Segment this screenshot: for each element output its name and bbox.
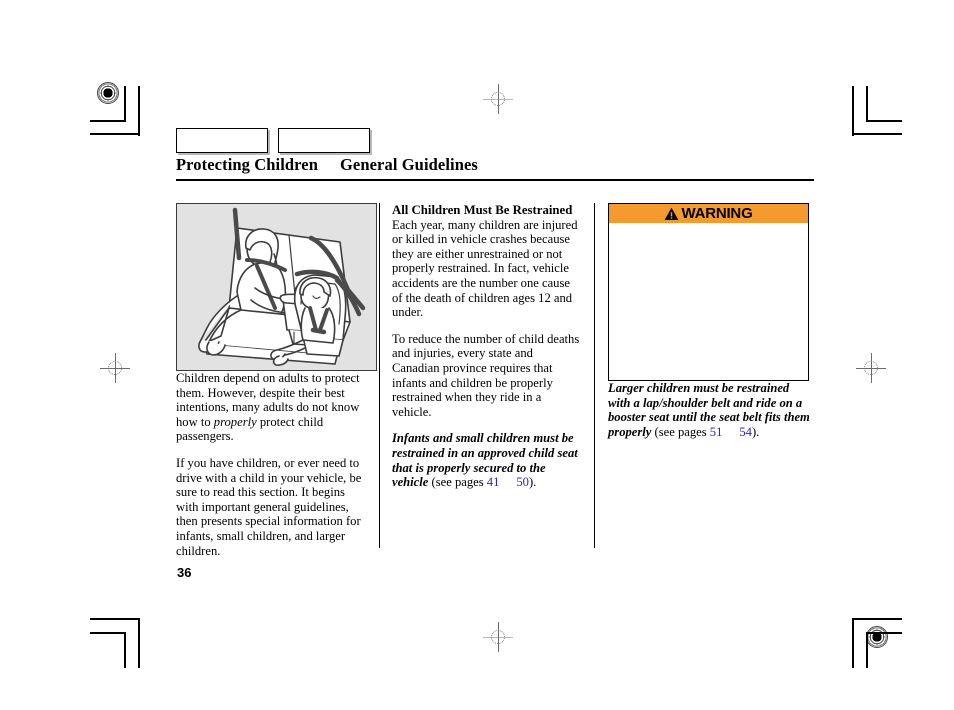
- middle-see-pages-suffix: ).: [528, 475, 537, 490]
- middle-see-pages-prefix: (see pages: [428, 475, 487, 490]
- registration-target-top-left: [97, 82, 119, 104]
- page-number: 36: [177, 565, 192, 580]
- registration-target-bottom-right: [866, 626, 888, 648]
- illustration-artwork: [198, 207, 366, 366]
- left-paragraph-1: Children depend on adults to protect the…: [176, 371, 368, 444]
- crop-mark-bottom-right-horizontal: [866, 632, 902, 634]
- crop-mark-top-right-horizontal: [866, 120, 902, 122]
- section-tab-2[interactable]: [278, 128, 370, 153]
- right-see-pages-suffix: ).: [751, 424, 760, 439]
- left-paragraph-2: If you have children, or ever need to dr…: [176, 455, 362, 558]
- crop-mark-bottom-right-vertical-outer: [866, 632, 868, 668]
- column-middle: All Children Must Be Restrained Each yea…: [379, 203, 594, 548]
- child-seat-illustration: [176, 203, 377, 371]
- warning-title: WARNING: [681, 205, 753, 222]
- crop-mark-top-right-vertical-outer: [866, 86, 868, 122]
- crop-mark-top-right-horizontal-outer: [852, 133, 902, 135]
- crop-mark-top-left-vertical-outer: [124, 86, 126, 122]
- header-divider: [176, 179, 814, 181]
- page-title: Protecting Children: [176, 155, 318, 174]
- page-reference-link-51[interactable]: 51: [710, 425, 723, 439]
- column-left: Children depend on adults to protect the…: [176, 203, 379, 558]
- crop-mark-bottom-right-horizontal-outer: [852, 618, 902, 620]
- page-reference-link-54[interactable]: 54: [739, 425, 752, 439]
- middle-heading: All Children Must Be Restrained: [392, 203, 573, 217]
- section-tab-1[interactable]: [176, 128, 268, 153]
- left-paragraph-1-italic: properly: [213, 414, 257, 429]
- section-tabs: [176, 128, 370, 153]
- page-reference-link-41[interactable]: 41: [487, 475, 500, 489]
- manual-page: Protecting Children General Guidelines C…: [0, 0, 954, 710]
- middle-paragraph-2: To reduce the number of child deaths and…: [392, 331, 580, 419]
- page-reference-link-50[interactable]: 50: [516, 475, 529, 489]
- middle-emphasis-paragraph: Infants and small children must be restr…: [392, 431, 582, 489]
- crop-mark-bottom-left-horizontal: [90, 632, 126, 634]
- crop-mark-top-left-horizontal: [90, 120, 126, 122]
- page-subtitle: General Guidelines: [340, 155, 478, 174]
- middle-paragraph-1: Each year, many children are injured or …: [392, 217, 578, 320]
- warning-body: [609, 223, 808, 380]
- page-header: Protecting Children General Guidelines: [176, 155, 814, 181]
- crop-mark-bottom-left-horizontal-outer: [90, 618, 140, 620]
- crop-mark-top-left-vertical: [138, 86, 140, 136]
- crop-mark-bottom-right-vertical: [852, 618, 854, 668]
- crop-mark-bottom-left-vertical-outer: [124, 632, 126, 668]
- registration-crosshair-bottom: [483, 622, 513, 652]
- column-right: WARNING Larger children must be restrain…: [594, 203, 814, 548]
- crop-mark-top-right-vertical: [852, 86, 854, 136]
- crop-mark-top-left-horizontal-outer: [90, 133, 140, 135]
- content-columns: Children depend on adults to protect the…: [176, 203, 814, 558]
- warning-header: WARNING: [609, 204, 808, 223]
- registration-crosshair-top: [483, 84, 513, 114]
- right-see-pages-prefix: (see pages: [651, 424, 710, 439]
- right-emphasis-paragraph: Larger children must be restrained with …: [608, 381, 814, 439]
- registration-crosshair-right: [856, 353, 886, 383]
- registration-crosshair-left: [100, 353, 130, 383]
- crop-mark-bottom-left-vertical: [138, 618, 140, 668]
- warning-triangle-icon: [665, 207, 679, 220]
- warning-box: WARNING: [608, 203, 809, 381]
